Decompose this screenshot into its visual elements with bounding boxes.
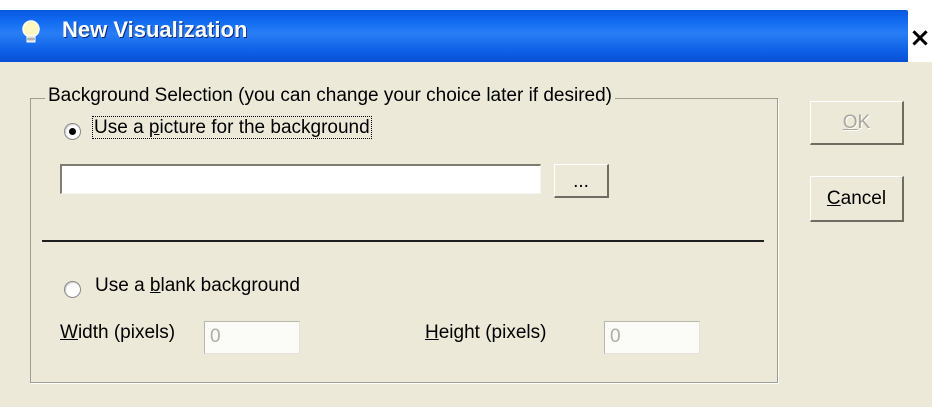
browse-button-label: ... [573, 171, 589, 192]
height-label-accel: H [425, 322, 439, 343]
cancel-label-rest: ancel [840, 188, 887, 209]
cancel-button[interactable]: Cancel [810, 176, 904, 222]
title-bar: New Visualization × [0, 0, 932, 62]
blank-label-suffix: lank background [160, 275, 300, 296]
picture-label-accel: p [148, 117, 160, 138]
lightbulb-icon [18, 19, 44, 45]
ok-label-rest: K [857, 112, 871, 133]
ok-label-accel: O [842, 112, 858, 133]
close-icon: × [909, 23, 931, 53]
picture-label-suffix: icture for the background [159, 117, 370, 138]
width-label-rest: idth (pixels) [77, 322, 176, 343]
group-legend: Background Selection (you can change you… [45, 85, 615, 107]
picture-background-label[interactable]: Use a picture for the background [92, 116, 372, 139]
blank-background-radio[interactable] [64, 281, 81, 298]
separator-line [42, 240, 764, 242]
width-input[interactable]: 0 [204, 321, 300, 354]
browse-button[interactable]: ... [554, 164, 609, 198]
width-value: 0 [210, 326, 221, 347]
cancel-label-accel: C [826, 188, 841, 209]
height-label-rest: eight (pixels) [438, 322, 547, 343]
height-input[interactable]: 0 [604, 321, 700, 354]
ok-button[interactable]: OK [810, 101, 904, 145]
radio-selected-dot [69, 128, 76, 135]
picture-label-prefix: Use a [94, 117, 149, 138]
blank-label-accel: b [149, 275, 161, 296]
picture-path-input[interactable] [60, 164, 541, 194]
blank-label-prefix: Use a [95, 275, 150, 296]
height-value: 0 [610, 326, 621, 347]
blank-background-label[interactable]: Use a blank background [95, 275, 300, 297]
width-label: Width (pixels) [60, 322, 175, 344]
focus-rectangle: Use a picture for the background [92, 116, 372, 139]
dialog-title: New Visualization [62, 17, 248, 42]
width-label-accel: W [60, 322, 78, 343]
close-button[interactable]: × [908, 18, 932, 58]
new-visualization-dialog: New Visualization × Background Selection… [0, 0, 932, 407]
height-label: Height (pixels) [425, 322, 546, 344]
picture-background-radio[interactable] [64, 123, 81, 140]
